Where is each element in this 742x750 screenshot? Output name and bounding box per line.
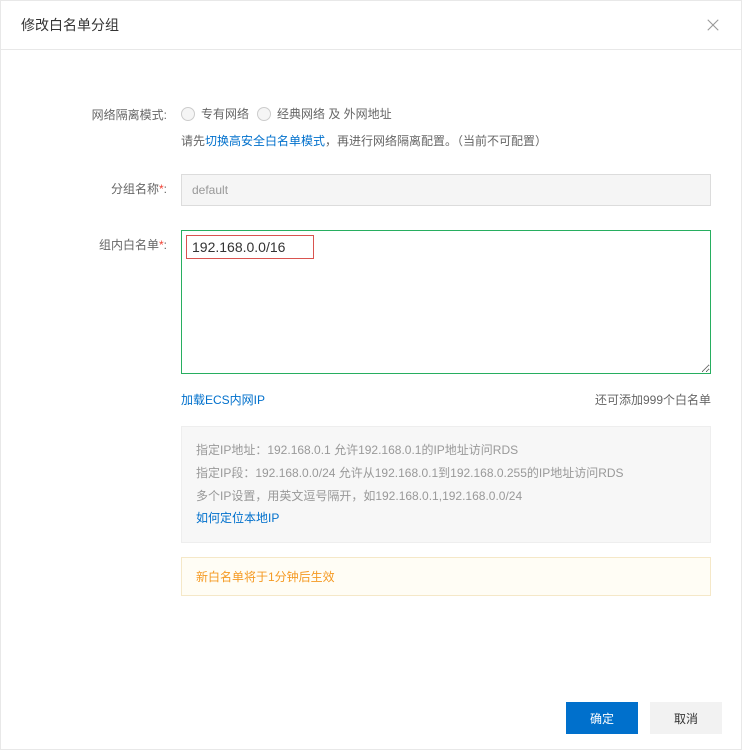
cancel-button[interactable]: 取消: [650, 702, 722, 734]
network-mode-row: 网络隔离模式: 专有网络 经典网络 及 外网地址 请先切换高安全白名单模式，再进…: [26, 100, 716, 150]
network-radio-classic[interactable]: 经典网络 及 外网地址: [257, 105, 392, 122]
help-box: 指定IP地址：192.168.0.1 允许192.168.0.1的IP地址访问R…: [181, 426, 711, 543]
network-mode-label: 网络隔离模式:: [26, 100, 181, 150]
load-ecs-ip-link[interactable]: 加载ECS内网IP: [181, 391, 265, 408]
close-icon: [706, 18, 720, 32]
required-mark: *: [159, 182, 164, 196]
whitelist-remaining-count: 还可添加999个白名单: [595, 391, 711, 408]
network-mode-content: 专有网络 经典网络 及 外网地址 请先切换高安全白名单模式，再进行网络隔离配置。…: [181, 100, 716, 150]
dialog-footer: 确定 取消: [0, 686, 742, 750]
network-radio-group: 专有网络 经典网络 及 外网地址: [181, 100, 711, 122]
network-hint: 请先切换高安全白名单模式，再进行网络隔离配置。（当前不可配置）: [181, 132, 711, 150]
help-line-2: 指定IP段：192.168.0.0/24 允许从192.168.0.1到192.…: [196, 462, 696, 485]
whitelist-content: 加载ECS内网IP 还可添加999个白名单 指定IP地址：192.168.0.1…: [181, 230, 716, 596]
network-radio-vpc-label: 专有网络: [201, 105, 249, 122]
whitelist-label: 组内白名单*:: [26, 230, 181, 596]
group-name-label: 分组名称*:: [26, 174, 181, 206]
network-radio-vpc[interactable]: 专有网络: [181, 105, 249, 122]
network-hint-prefix: 请先: [181, 134, 205, 148]
help-line-3: 多个IP设置，用英文逗号隔开，如192.168.0.1,192.168.0.0/…: [196, 485, 696, 508]
effect-notice: 新白名单将于1分钟后生效: [181, 557, 711, 596]
dialog-header: 修改白名单分组: [1, 1, 741, 50]
group-name-content: [181, 174, 716, 206]
network-hint-suffix: ，再进行网络隔离配置。（当前不可配置）: [325, 134, 547, 148]
group-name-input: [181, 174, 711, 206]
help-line-1: 指定IP地址：192.168.0.1 允许192.168.0.1的IP地址访问R…: [196, 439, 696, 462]
dialog-title: 修改白名单分组: [21, 15, 119, 35]
radio-icon: [257, 107, 271, 121]
confirm-button[interactable]: 确定: [566, 702, 638, 734]
whitelist-row: 组内白名单*: 加载ECS内网IP 还可添加999个白名单 指定IP地址：192…: [26, 230, 716, 596]
whitelist-textarea-wrap: [181, 230, 711, 377]
close-button[interactable]: [705, 17, 721, 33]
group-name-row: 分组名称*:: [26, 174, 716, 206]
network-radio-classic-label: 经典网络 及 外网地址: [277, 105, 392, 122]
required-mark: *: [159, 238, 164, 252]
dialog-body: 网络隔离模式: 专有网络 经典网络 及 外网地址 请先切换高安全白名单模式，再进…: [1, 50, 741, 616]
switch-security-mode-link[interactable]: 切换高安全白名单模式: [205, 134, 325, 148]
whitelist-actions: 加载ECS内网IP 还可添加999个白名单: [181, 391, 711, 408]
whitelist-textarea[interactable]: [181, 230, 711, 374]
radio-icon: [181, 107, 195, 121]
locate-local-ip-link[interactable]: 如何定位本地IP: [196, 511, 279, 525]
